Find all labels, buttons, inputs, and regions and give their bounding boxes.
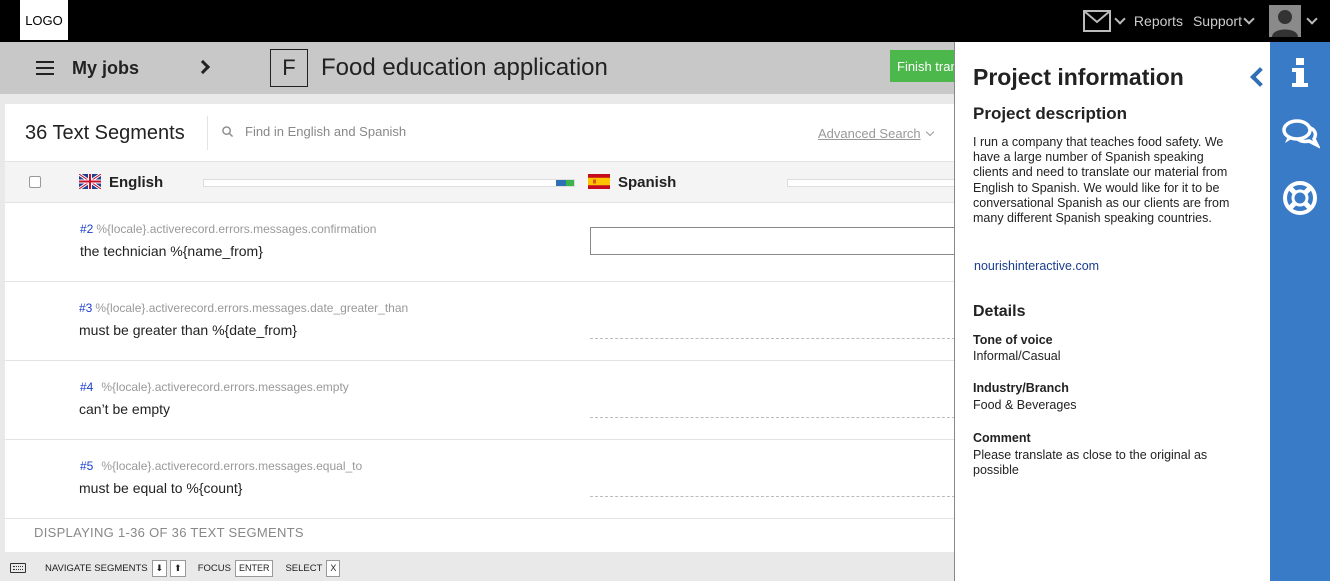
segment-source-text: must be equal to %{count} [79,480,243,496]
segment-translation-field[interactable] [590,496,965,497]
user-icon [1269,5,1301,37]
segment-source-text: the technician %{name_from} [80,243,263,259]
target-language-label: Spanish [618,174,677,191]
project-description-heading: Project description [973,104,1127,123]
panel-title: Project information [973,64,1184,90]
my-jobs-link[interactable]: My jobs [36,42,139,94]
chevron-down-icon [1243,13,1255,25]
select-shortcut-label: SELECT [285,562,323,574]
tone-label: Tone of voice [973,333,1053,347]
collapse-panel-icon[interactable] [1250,67,1270,87]
uk-flag-icon [79,174,101,189]
menu-icon [36,61,54,75]
segment-translation-field[interactable] [590,417,965,418]
help-lifebuoy-icon[interactable] [1280,178,1320,218]
advanced-search-label: Advanced Search [818,126,921,141]
right-sidebar [1270,42,1330,581]
chevron-down-icon [925,127,934,137]
logo[interactable]: LOGO [20,0,68,40]
navigate-shortcut-label: NAVIGATE SEGMENTS [45,562,148,574]
search-input[interactable] [245,124,665,139]
comment-value: Please translate as close to the origina… [973,448,1208,478]
info-icon[interactable] [1280,54,1320,94]
segments-panel: 36 Text Segments Advanced Search English [5,104,965,552]
segment-key: %{locale}.activerecord.errors.messages.e… [101,380,349,394]
segment-source-text: can’t be empty [79,401,171,417]
support-label: Support [1192,13,1242,29]
table-row[interactable]: #4 %{locale}.activerecord.errors.messages… [5,361,965,440]
select-all-checkbox[interactable] [29,176,41,188]
language-header: English Spanish [5,162,965,203]
enter-key: ENTER [234,559,274,577]
segment-key: %{locale}.activerecord.errors.messages.e… [101,459,363,473]
search-icon [222,126,233,137]
table-row[interactable]: #3 %{locale}.activerecord.errors.messages… [5,282,965,361]
industry-value: Food & Beverages [973,398,1077,412]
top-navigation-bar: LOGO Reports Support [0,0,1330,42]
segment-number: #5 [80,459,94,473]
industry-label: Industry/Branch [973,381,1069,395]
progress-fill-green [566,180,574,186]
project-information-panel: Project information Project description … [954,42,1270,581]
table-row[interactable]: #5 %{locale}.activerecord.errors.messages… [5,440,965,519]
segment-key: %{locale}.activerecord.errors.messages.c… [96,222,377,236]
mail-icon [1082,10,1111,32]
support-menu[interactable]: Support [1192,13,1255,29]
down-key: ⬇ [151,559,168,577]
page-title: Food education application [321,54,608,81]
avatar [1269,5,1301,37]
segment-number: #3 [79,301,93,315]
segment-count: 36 Text Segments [25,122,185,144]
segment-translation-input[interactable] [590,227,965,255]
up-key: ⬆ [170,559,186,577]
website-link[interactable]: nourishinteractive.com [974,259,1099,273]
focus-shortcut-label: FOCUS [197,562,231,574]
segment-number: #4 [80,380,94,394]
chevron-down-icon [1306,13,1318,25]
pagination-status: DISPLAYING 1-36 OF 36 TEXT SEGMENTS [34,525,304,540]
spain-flag-icon [588,174,610,189]
segment-source-text: must be greater than %{date_from} [79,322,297,338]
chat-icon[interactable] [1280,114,1320,154]
segment-translation-field[interactable] [590,338,965,339]
tone-value: Informal/Casual [973,349,1061,363]
divider [207,116,208,150]
source-progress-bar [203,179,575,187]
progress-fill-blue [556,180,566,186]
messages-menu[interactable] [1082,10,1126,32]
comment-label: Comment [973,431,1031,445]
x-key: X [326,559,341,577]
my-jobs-label: My jobs [72,57,140,78]
chevron-right-icon [195,59,211,75]
target-progress-bar [787,179,965,187]
details-heading: Details [973,303,1026,320]
project-initial-badge: F [270,49,308,87]
keyboard-shortcuts-bar: NAVIGATE SEGMENTS ⬇ ⬆ FOCUS ENTER SELECT… [0,555,960,581]
advanced-search-link[interactable]: Advanced Search [818,126,934,141]
keyboard-icon[interactable] [10,563,26,573]
table-row[interactable]: #2 %{locale}.activerecord.errors.messages… [5,203,965,282]
user-menu[interactable] [1269,5,1318,37]
top-right-menu: Reports Support [1082,0,1318,42]
segments-toolbar: 36 Text Segments Advanced Search [5,104,965,162]
project-description: I run a company that teaches food safety… [973,135,1230,226]
segment-key: %{locale}.activerecord.errors.messages.d… [95,301,409,315]
segment-number: #2 [80,222,94,236]
source-language-label: English [109,174,164,191]
chevron-down-icon [1114,13,1126,25]
reports-link[interactable]: Reports [1134,13,1183,29]
